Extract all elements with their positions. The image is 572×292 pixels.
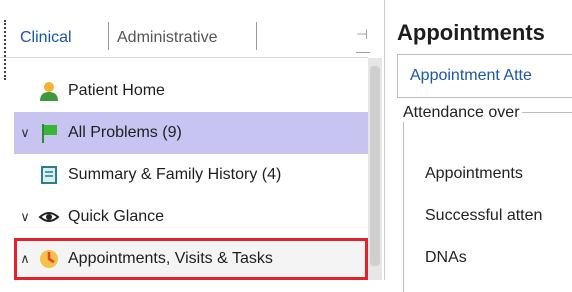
content-pane: Appointments Appointment Atte Attendance…: [384, 0, 572, 292]
chevron-down-icon[interactable]: ∨: [14, 125, 36, 141]
pin-icon[interactable]: ⊣—: [356, 26, 370, 59]
person-icon: [36, 80, 62, 102]
nav-item-label: Quick Glance: [68, 208, 165, 225]
tab-administrative[interactable]: Administrative: [117, 28, 217, 48]
scroll-icon: [36, 164, 62, 186]
nav-tabs-bar: Clinical Administrative ⊣—: [0, 0, 370, 59]
group-title: Attendance over: [403, 104, 522, 122]
nav-item-quick-glance[interactable]: ∨ Quick Glance: [14, 196, 368, 238]
stat-label: DNAs: [425, 249, 467, 266]
nav-scrollbar[interactable]: [368, 58, 382, 280]
nav-item-all-problems[interactable]: ∨ All Problems (9): [14, 112, 368, 154]
chevron-up-icon[interactable]: ∧: [14, 251, 36, 267]
clock-icon: [36, 248, 62, 270]
tab-clinical[interactable]: Clinical: [20, 28, 72, 48]
tab-separator: [256, 22, 257, 50]
stat-label: Successful atten: [425, 207, 543, 224]
nav-item-label: All Problems (9): [68, 124, 182, 141]
flag-icon: [36, 122, 62, 144]
scrollbar-thumb[interactable]: [370, 66, 380, 266]
nav-item-label: Patient Home: [68, 82, 165, 99]
nav-item-summary-family-history[interactable]: Summary & Family History (4): [14, 154, 368, 196]
page-title: Appointments: [397, 20, 545, 45]
navigation-pane: Clinical Administrative ⊣— Patient Home …: [0, 0, 382, 280]
eye-icon: [36, 206, 62, 228]
nav-item-appointments-visits-tasks[interactable]: ∧ Appointments, Visits & Tasks: [14, 238, 368, 280]
nav-list: Patient Home ∨ All Problems (9) Summary …: [14, 70, 368, 280]
stat-label: Appointments: [425, 165, 523, 182]
nav-item-label: Summary & Family History (4): [68, 166, 282, 183]
nav-item-label: Appointments, Visits & Tasks: [68, 250, 273, 267]
nav-item-patient-home[interactable]: Patient Home: [14, 70, 368, 112]
chevron-down-icon[interactable]: ∨: [14, 209, 36, 225]
content-tab-bar: Appointment Atte: [397, 54, 572, 98]
tab-separator: [108, 22, 109, 50]
tab-appointment-attendance[interactable]: Appointment Atte: [410, 67, 532, 85]
